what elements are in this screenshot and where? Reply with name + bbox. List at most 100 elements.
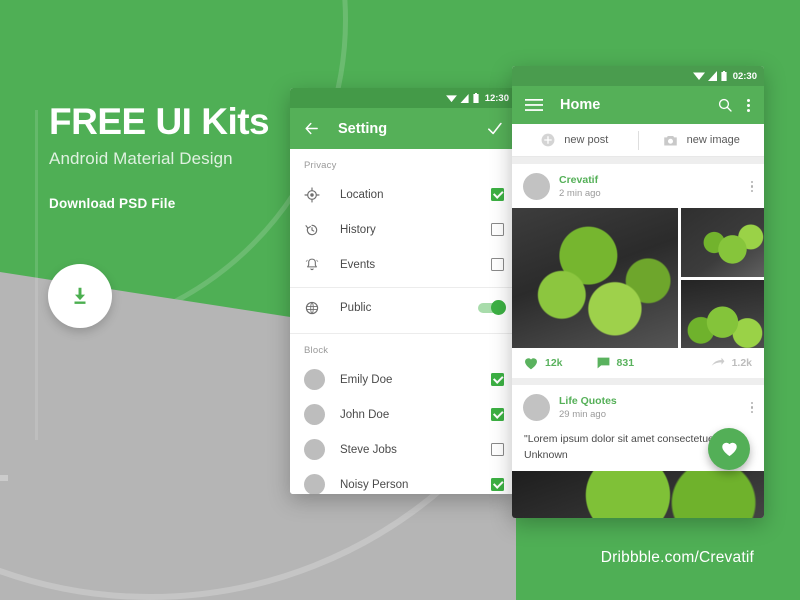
comment-count: 831: [616, 357, 635, 369]
block-row-steve-jobs[interactable]: Steve Jobs: [290, 432, 516, 467]
back-arrow-icon[interactable]: [303, 120, 320, 137]
setting-label: Location: [340, 188, 384, 201]
decorative-vertical-line: [35, 110, 38, 440]
home-status-bar: 02:30: [512, 66, 764, 86]
post-image-apples-close[interactable]: [681, 279, 764, 348]
block-label: John Doe: [340, 408, 390, 421]
post-header: Crevatif 2 min ago: [512, 164, 764, 208]
promo-block: FREE UI Kits Android Material Design Dow…: [49, 101, 329, 211]
overflow-menu-icon[interactable]: [750, 401, 753, 414]
quick-actions-bar: new post new image: [512, 124, 764, 157]
like-stat[interactable]: 12k: [524, 357, 563, 370]
new-image-label: new image: [686, 134, 740, 146]
settings-status-time: 12:30: [484, 92, 509, 104]
feed-spacer: [512, 157, 764, 164]
share-icon: [711, 357, 724, 366]
comment-icon: [597, 357, 609, 369]
block-row-noisy-person[interactable]: Noisy Person: [290, 467, 516, 494]
promo-cta-label: Download PSD File: [49, 195, 176, 211]
download-icon: [74, 287, 86, 304]
section-label-block: Block: [304, 345, 329, 356]
post-author: Crevatif: [559, 174, 599, 186]
battery-icon: [473, 93, 479, 103]
home-appbar: Home: [512, 86, 764, 124]
section-label-privacy: Privacy: [304, 160, 337, 171]
block-label: Steve Jobs: [340, 443, 397, 456]
setting-label: Public: [340, 302, 372, 314]
post-author: Life Quotes: [559, 395, 617, 407]
favorite-fab[interactable]: [708, 428, 750, 470]
post-image-apples-large[interactable]: [512, 208, 678, 348]
battery-icon: [721, 71, 727, 81]
comment-stat[interactable]: 831: [597, 357, 635, 369]
checkbox-events[interactable]: [491, 258, 504, 271]
share-stat[interactable]: 1.2k: [711, 357, 752, 369]
setting-row-public[interactable]: Public: [290, 288, 516, 328]
post-stats: 12k 831 1.2k: [512, 348, 764, 378]
feed-spacer-2: [512, 378, 764, 385]
post-meta: Crevatif 2 min ago: [559, 174, 601, 199]
avatar: [523, 394, 550, 421]
settings-status-bar: 12:30: [290, 88, 516, 108]
download-arrow-base: [0, 475, 8, 481]
settings-list: Privacy Location History Events Public B…: [290, 149, 516, 494]
signal-icon: [707, 71, 717, 81]
settings-title: Setting: [338, 120, 388, 137]
setting-label: History: [340, 223, 376, 236]
checkbox-steve-jobs[interactable]: [491, 443, 504, 456]
wifi-icon: [445, 94, 457, 102]
settings-phone-card: 12:30 Setting Privacy Location History E…: [290, 88, 516, 494]
overflow-menu-icon[interactable]: [750, 180, 753, 193]
share-count: 1.2k: [731, 357, 752, 369]
checkbox-history[interactable]: [491, 223, 504, 236]
bell-icon: [304, 257, 334, 273]
avatar: [523, 173, 550, 200]
plus-circle-icon: [541, 133, 555, 147]
location-icon: [304, 186, 334, 203]
new-post-label: new post: [564, 134, 609, 146]
checkbox-location[interactable]: [491, 188, 504, 201]
setting-row-events[interactable]: Events: [290, 247, 516, 282]
avatar: [304, 439, 334, 460]
checkbox-noisy-person[interactable]: [491, 478, 504, 491]
settings-appbar: Setting: [290, 108, 516, 149]
avatar: [304, 369, 334, 390]
home-title: Home: [560, 97, 601, 113]
post-timestamp: 29 min ago: [559, 409, 607, 420]
setting-label: Events: [340, 258, 376, 271]
heart-icon: [525, 357, 537, 369]
avatar: [304, 404, 334, 425]
block-row-john-doe[interactable]: John Doe: [290, 397, 516, 432]
block-label: Emily Doe: [340, 373, 393, 386]
hamburger-menu-icon[interactable]: [525, 98, 543, 112]
search-icon[interactable]: [717, 97, 733, 113]
footer-url: Dribbble.com/Crevatif: [600, 549, 754, 566]
checkbox-john-doe[interactable]: [491, 408, 504, 421]
avatar: [304, 474, 334, 494]
block-row-emily-doe[interactable]: Emily Doe: [290, 362, 516, 397]
post-header: Life Quotes 29 min ago: [512, 385, 764, 429]
camera-icon: [663, 135, 677, 145]
post-image-apples-basket[interactable]: [681, 208, 764, 277]
home-phone-card: 02:30 Home new post new image Crevatif 2…: [512, 66, 764, 518]
post-image-side-column: [681, 208, 764, 348]
new-image-button[interactable]: new image: [639, 134, 765, 147]
setting-row-location[interactable]: Location: [290, 177, 516, 212]
like-count: 12k: [545, 357, 563, 369]
post-timestamp: 2 min ago: [559, 188, 601, 199]
block-label: Noisy Person: [340, 478, 409, 491]
history-icon: [304, 222, 334, 238]
checkbox-emily-doe[interactable]: [491, 373, 504, 386]
post-image-bottom-preview[interactable]: [512, 471, 764, 518]
setting-row-history[interactable]: History: [290, 212, 516, 247]
check-icon[interactable]: [486, 120, 503, 137]
download-button[interactable]: [48, 264, 112, 328]
post-media-grid: [512, 208, 764, 348]
page-title: FREE UI Kits: [49, 101, 270, 142]
globe-icon: [304, 300, 334, 316]
new-post-button[interactable]: new post: [512, 133, 638, 147]
overflow-menu-icon[interactable]: [747, 98, 750, 112]
home-status-time: 02:30: [732, 70, 757, 82]
post-meta: Life Quotes 29 min ago: [559, 395, 617, 420]
switch-public[interactable]: [478, 300, 506, 315]
